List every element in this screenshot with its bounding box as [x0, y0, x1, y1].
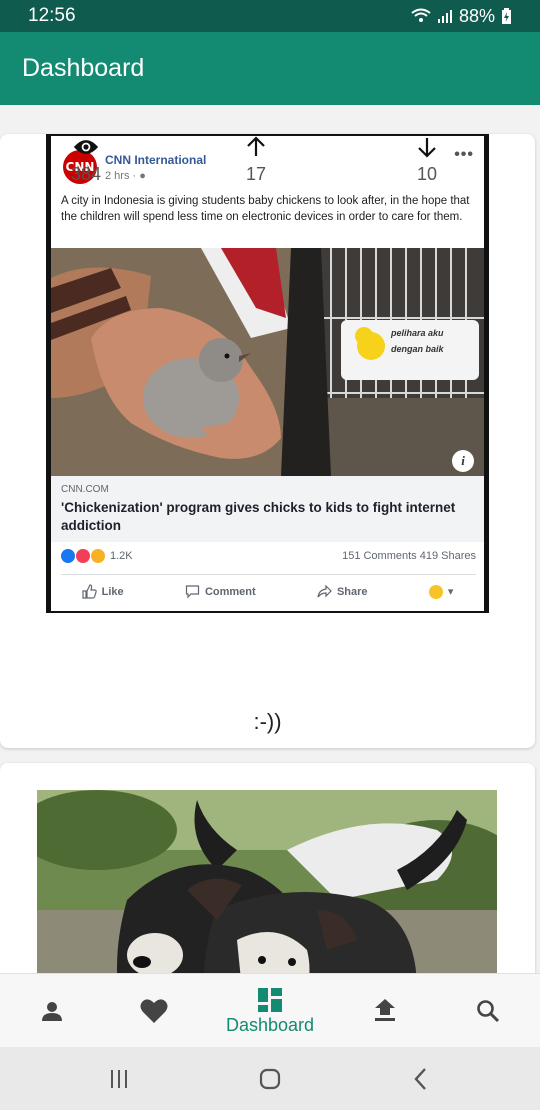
post-stats: 1.2K 151 Comments 419 Shares: [61, 549, 476, 563]
status-time: 12:56: [28, 5, 76, 26]
haha-reaction-icon: [91, 549, 105, 563]
post-text: A city in Indonesia is giving students b…: [61, 195, 470, 224]
post-card[interactable]: [0, 763, 535, 973]
nav-dashboard-label: Dashboard: [225, 1014, 315, 1035]
downvote-metric[interactable]: 10: [387, 134, 467, 185]
reaction-picker: ▾: [428, 584, 454, 599]
cage-sign-text-1: pelihara aku: [390, 328, 444, 338]
like-reaction-icon: [61, 549, 75, 563]
upvote-metric[interactable]: 17: [216, 134, 296, 185]
search-icon: [477, 1000, 500, 1023]
recent-apps-button[interactable]: [104, 1064, 134, 1094]
comment-label: Comment: [204, 585, 256, 598]
views-count: 384: [70, 164, 102, 184]
eye-icon: [73, 134, 99, 160]
link-preview: CNN.COM 'Chickenization' program gives c…: [51, 476, 484, 542]
globe-icon: ●: [139, 169, 146, 182]
reaction-count: 1.2K: [110, 550, 133, 562]
recent-apps-icon: [111, 1070, 127, 1088]
share-count: 419 Shares: [419, 550, 476, 562]
comment-icon: [185, 585, 200, 599]
link-headline: 'Chickenization' program gives chicks to…: [61, 500, 456, 534]
feed[interactable]: CNN CNN International 2 hrs · ● ••• A ci…: [0, 105, 540, 973]
downvote-count: 10: [416, 164, 438, 184]
post-caption: :-)): [253, 709, 282, 734]
comment-action: Comment: [185, 584, 256, 599]
comments-shares: 151 Comments 419 Shares: [342, 550, 476, 562]
nav-upload[interactable]: [363, 974, 407, 1048]
share-label: Share: [336, 585, 368, 598]
person-icon: [42, 1002, 62, 1021]
heart-icon: [140, 999, 168, 1023]
divider: [61, 574, 476, 575]
post-image[interactable]: CNN CNN International 2 hrs · ● ••• A ci…: [46, 134, 489, 613]
upvote-count: 17: [245, 164, 267, 184]
nav-favorites[interactable]: [132, 974, 176, 1048]
back-button[interactable]: [406, 1064, 436, 1094]
link-domain: CNN.COM: [61, 484, 109, 495]
dashboard-icon: [258, 987, 282, 1012]
battery-charging-icon: [502, 7, 511, 24]
arrow-down-icon[interactable]: [414, 134, 440, 160]
app-bar: Dashboard: [0, 32, 540, 105]
system-navigation-bar: [0, 1047, 540, 1110]
bottom-navigation: Dashboard: [0, 973, 540, 1047]
home-button[interactable]: [255, 1064, 285, 1094]
views-metric: 384: [46, 134, 126, 185]
nav-profile[interactable]: [30, 974, 74, 1048]
nav-search[interactable]: [466, 974, 510, 1048]
share-arrow-icon: [317, 584, 332, 598]
page-title: Dashboard: [22, 54, 145, 82]
emoji-icon: [428, 584, 443, 599]
status-bar: 12:56 88%: [0, 0, 540, 32]
like-action: Like: [82, 584, 124, 599]
reactions: 1.2K: [61, 549, 133, 563]
cage-sign-text-2: dengan baik: [391, 344, 445, 354]
post-card[interactable]: CNN CNN International 2 hrs · ● ••• A ci…: [0, 134, 535, 748]
like-label: Like: [101, 585, 124, 598]
caret-down-icon: ▾: [447, 586, 454, 598]
share-action: Share: [317, 584, 368, 599]
thumbs-up-icon: [82, 584, 97, 599]
home-icon: [259, 1068, 281, 1090]
comment-count: 151 Comments: [342, 550, 417, 562]
arrow-up-icon[interactable]: [243, 134, 269, 160]
nav-dashboard[interactable]: Dashboard: [215, 974, 325, 1048]
love-reaction-icon: [76, 549, 90, 563]
signal-icon: [437, 10, 452, 23]
dogs-photo[interactable]: [37, 790, 497, 973]
back-icon: [414, 1068, 426, 1090]
upload-icon: [375, 999, 395, 1021]
info-icon: i: [452, 450, 474, 472]
post-actions: Like Comment Share ▾: [51, 584, 484, 599]
wifi-icon: [411, 8, 431, 22]
status-icons: 88%: [411, 6, 512, 27]
chick-photo: pelihara aku dengan baik i: [51, 248, 484, 476]
battery-percent: 88%: [458, 5, 495, 26]
